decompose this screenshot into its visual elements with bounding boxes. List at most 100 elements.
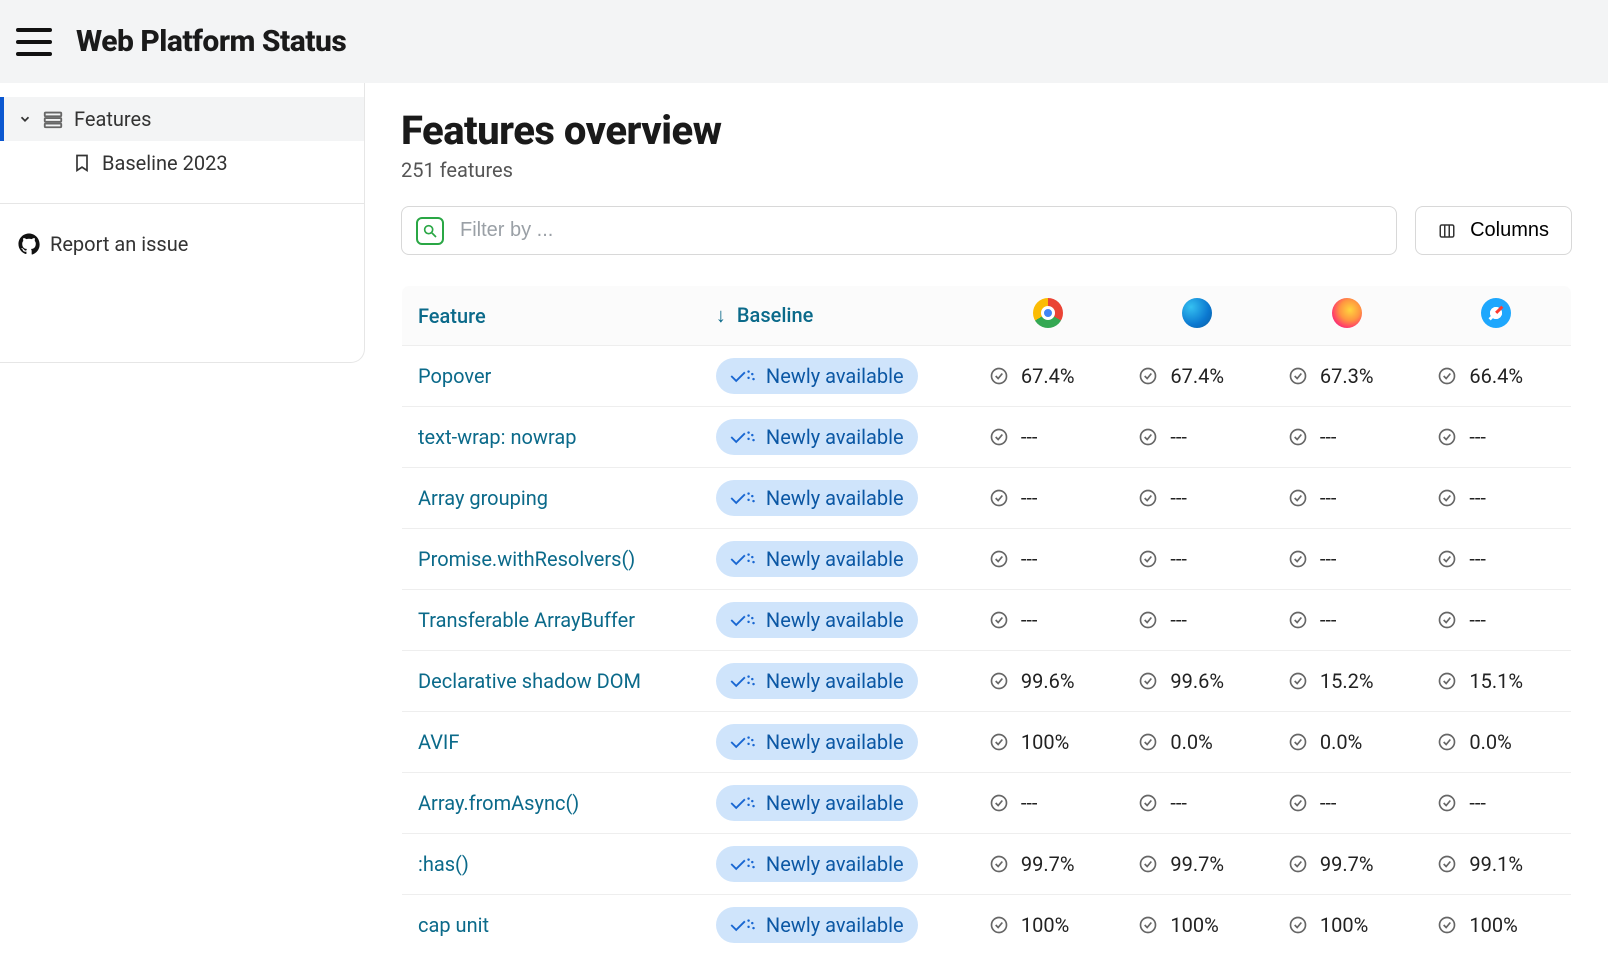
baseline-badge: Newly available: [716, 785, 918, 821]
col-baseline[interactable]: ↓ Baseline: [700, 286, 973, 346]
browser-value: 100%: [1469, 913, 1533, 937]
browser-cell: ---: [973, 773, 1123, 834]
check-icon: [989, 793, 1009, 813]
browser-cell: 15.1%: [1421, 651, 1571, 712]
baseline-icon: [730, 855, 756, 873]
browser-cell: 67.3%: [1272, 346, 1422, 407]
check-icon: [1138, 488, 1158, 508]
col-chrome[interactable]: [973, 286, 1123, 346]
baseline-icon: [730, 916, 756, 934]
baseline-badge-label: Newly available: [766, 791, 904, 815]
baseline-icon: [730, 428, 756, 446]
browser-value: ---: [1469, 791, 1533, 815]
check-icon: [1288, 671, 1308, 691]
baseline-badge-label: Newly available: [766, 669, 904, 693]
browser-value: ---: [1469, 608, 1533, 632]
check-icon: [989, 488, 1009, 508]
app-title: Web Platform Status: [76, 24, 346, 59]
browser-cell: ---: [1272, 773, 1422, 834]
browser-value: ---: [1021, 791, 1085, 815]
sidebar-item-baseline[interactable]: Baseline 2023: [0, 141, 364, 185]
browser-value: 66.4%: [1469, 364, 1533, 388]
check-icon: [1138, 732, 1158, 752]
search-input[interactable]: [460, 219, 1382, 242]
columns-button[interactable]: Columns: [1415, 206, 1572, 255]
feature-link[interactable]: Popover: [418, 364, 491, 388]
page-subtitle: 251 features: [401, 158, 1572, 182]
columns-icon: [1438, 222, 1456, 240]
browser-value: 99.6%: [1021, 669, 1085, 693]
feature-link[interactable]: AVIF: [418, 730, 459, 754]
baseline-badge-label: Newly available: [766, 608, 904, 632]
browser-value: ---: [1170, 425, 1234, 449]
baseline-badge: Newly available: [716, 358, 918, 394]
browser-cell: ---: [1122, 529, 1272, 590]
check-icon: [989, 427, 1009, 447]
browser-cell: 66.4%: [1421, 346, 1571, 407]
filter-box[interactable]: [401, 206, 1397, 255]
browser-value: ---: [1021, 547, 1085, 571]
feature-link[interactable]: Promise.withResolvers(): [418, 547, 635, 571]
browser-value: 67.4%: [1021, 364, 1085, 388]
browser-value: ---: [1320, 425, 1384, 449]
browser-cell: ---: [1421, 407, 1571, 468]
check-icon: [1288, 915, 1308, 935]
check-icon: [1437, 915, 1457, 935]
browser-value: 99.7%: [1170, 852, 1234, 876]
feature-link[interactable]: :has(): [418, 852, 469, 876]
browser-value: 99.6%: [1170, 669, 1234, 693]
browser-value: 100%: [1320, 913, 1384, 937]
check-icon: [989, 610, 1009, 630]
browser-cell: ---: [973, 529, 1123, 590]
col-safari[interactable]: [1421, 286, 1571, 346]
menu-icon[interactable]: [16, 28, 52, 56]
check-icon: [1437, 488, 1457, 508]
feature-link[interactable]: Array grouping: [418, 486, 548, 510]
baseline-badge-label: Newly available: [766, 730, 904, 754]
check-icon: [1437, 427, 1457, 447]
baseline-badge-label: Newly available: [766, 364, 904, 388]
baseline-badge: Newly available: [716, 419, 918, 455]
feature-link[interactable]: Transferable ArrayBuffer: [418, 608, 635, 632]
browser-cell: 100%: [973, 712, 1123, 773]
browser-cell: 0.0%: [1272, 712, 1422, 773]
check-icon: [989, 732, 1009, 752]
col-edge[interactable]: [1122, 286, 1272, 346]
check-icon: [1288, 549, 1308, 569]
baseline-badge-label: Newly available: [766, 913, 904, 937]
feature-link[interactable]: text-wrap: nowrap: [418, 425, 576, 449]
browser-cell: ---: [1421, 773, 1571, 834]
sidebar-item-features[interactable]: Features: [0, 97, 364, 141]
browser-value: ---: [1021, 486, 1085, 510]
browser-cell: 67.4%: [973, 346, 1123, 407]
browser-value: 100%: [1021, 730, 1085, 754]
table-row: Promise.withResolvers()Newly available--…: [402, 529, 1572, 590]
browser-value: 67.3%: [1320, 364, 1384, 388]
browser-cell: ---: [1421, 468, 1571, 529]
browser-cell: 0.0%: [1421, 712, 1571, 773]
browser-value: ---: [1469, 425, 1533, 449]
table-row: AVIFNewly available100%0.0%0.0%0.0%: [402, 712, 1572, 773]
check-icon: [1288, 488, 1308, 508]
browser-value: ---: [1170, 486, 1234, 510]
features-table: Feature ↓ Baseline Popover Newly availabl…: [401, 285, 1572, 953]
col-firefox[interactable]: [1272, 286, 1422, 346]
feature-link[interactable]: Array.fromAsync(): [418, 791, 579, 815]
check-icon: [1138, 671, 1158, 691]
feature-link[interactable]: cap unit: [418, 913, 489, 937]
sidebar-item-report[interactable]: Report an issue: [0, 222, 364, 266]
grid-icon: [42, 108, 64, 130]
baseline-badge-label: Newly available: [766, 425, 904, 449]
page-title: Features overview: [401, 107, 1572, 154]
chevron-down-icon: [18, 112, 32, 126]
check-icon: [1138, 854, 1158, 874]
browser-value: 0.0%: [1320, 730, 1384, 754]
browser-cell: 100%: [973, 895, 1123, 953]
browser-cell: 67.4%: [1122, 346, 1272, 407]
col-feature[interactable]: Feature: [402, 286, 700, 346]
browser-value: 15.2%: [1320, 669, 1384, 693]
feature-link[interactable]: Declarative shadow DOM: [418, 669, 641, 693]
check-icon: [1138, 427, 1158, 447]
browser-cell: ---: [1122, 468, 1272, 529]
browser-cell: 100%: [1272, 895, 1422, 953]
